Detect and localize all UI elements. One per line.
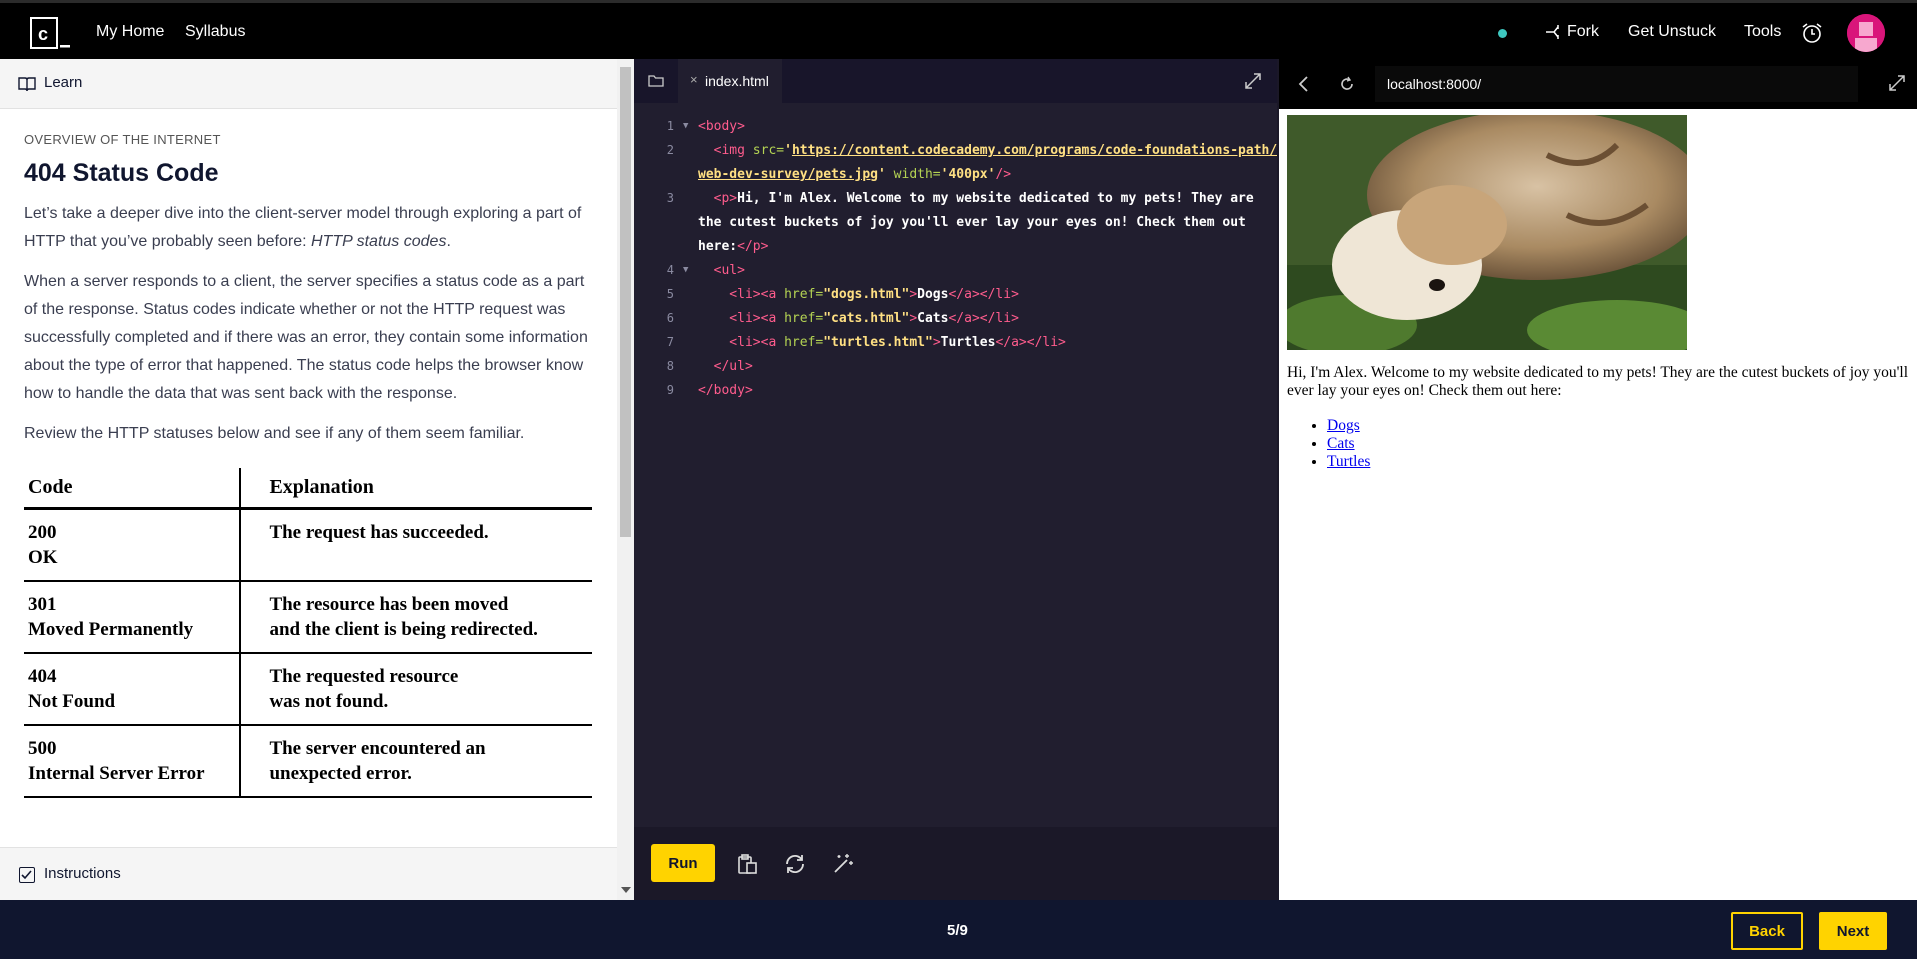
learn-header[interactable]: Learn	[0, 59, 617, 109]
table-row: 301 Moved Permanently The resource has be…	[24, 581, 592, 654]
checkbox-icon	[19, 867, 35, 883]
lesson-paragraph-1: Let’s take a deeper dive into the client…	[24, 205, 582, 250]
table-header-code: Code	[24, 468, 241, 510]
tab-label: index.html	[705, 73, 769, 89]
copy-icon[interactable]	[735, 852, 759, 876]
codecademy-logo-icon[interactable]: c	[30, 17, 72, 49]
bottom-bar: 5/9 Back Next	[0, 900, 1917, 959]
code-line: web-dev-survey/pets.jpg' width='400px'/>	[698, 167, 1012, 182]
table-row: 200 OK The request has succeeded.	[24, 508, 592, 582]
status-code-table: Code Explanation 200 OK The request has s…	[24, 468, 592, 798]
link-turtles[interactable]: Turtles	[1327, 453, 1370, 470]
editor-tab-bar: × index.html	[634, 59, 1277, 103]
url-field[interactable]: localhost:8000/	[1375, 66, 1858, 102]
editor-footer	[634, 827, 1277, 900]
list-item: Dogs	[1327, 417, 1370, 435]
table-row: 500 Internal Server Error The server enco…	[24, 725, 592, 798]
book-icon	[18, 77, 36, 92]
code-line: here:</p>	[698, 239, 769, 254]
list-item: Cats	[1327, 435, 1370, 453]
expand-icon[interactable]	[1888, 74, 1906, 92]
fork-button[interactable]: Fork	[1545, 23, 1599, 41]
instructions-toggle[interactable]: Instructions	[0, 847, 617, 900]
list-item: Turtles	[1327, 453, 1370, 471]
scroll-down-arrow-icon[interactable]	[621, 887, 631, 893]
section-label: OVERVIEW OF THE INTERNET	[24, 132, 221, 147]
table-header-explanation: Explanation	[239, 468, 592, 510]
code-line: 3 <p>Hi, I'm Alex. Welcome to my website…	[666, 191, 1254, 206]
browser-bar: localhost:8000/	[1279, 59, 1917, 109]
code-line: 9 </body>	[666, 383, 753, 398]
lesson-content: OVERVIEW OF THE INTERNET 404 Status Code…	[24, 132, 594, 798]
run-button[interactable]: Run	[651, 844, 715, 882]
code-line: the cutest buckets of joy you'll ever la…	[698, 215, 1246, 230]
code-line: 7 <li><a href="turtles.html">Turtles</a>…	[666, 335, 1066, 350]
folder-icon[interactable]	[648, 74, 664, 87]
get-unstuck-button[interactable]: Get Unstuck	[1628, 23, 1716, 41]
lesson-paragraph-3: Review the HTTP statuses below and see i…	[24, 425, 525, 442]
preview-link-list: Dogs Cats Turtles	[1327, 417, 1370, 471]
back-button[interactable]: Back	[1731, 912, 1803, 950]
preview-paragraph: Hi, I'm Alex. Welcome to my website dedi…	[1287, 364, 1909, 399]
code-line: 8 </ul>	[666, 359, 753, 374]
status-indicator	[1498, 29, 1507, 38]
nav-syllabus[interactable]: Syllabus	[185, 23, 245, 41]
back-arrow-icon[interactable]	[1296, 75, 1312, 93]
fold-arrow-icon[interactable]: ▼	[683, 121, 688, 131]
link-dogs[interactable]: Dogs	[1327, 417, 1360, 434]
top-navigation-bar: c My Home Syllabus Fork Get Unstuck Tool…	[0, 0, 1917, 59]
lesson-title: 404 Status Code	[24, 159, 219, 187]
next-button[interactable]: Next	[1819, 912, 1887, 950]
tools-button[interactable]: Tools	[1744, 23, 1781, 41]
learn-label: Learn	[44, 74, 83, 91]
instructions-label: Instructions	[44, 865, 121, 882]
fork-icon	[1546, 25, 1559, 39]
fold-arrow-icon[interactable]: ▼	[683, 265, 688, 275]
code-editor-panel: × index.html 1 ▼ <body> 2 <img src='https…	[634, 59, 1277, 900]
lesson-paragraph-2: When a server responds to a client, the …	[24, 273, 588, 402]
fork-label: Fork	[1567, 23, 1599, 40]
learn-panel: Learn OVERVIEW OF THE INTERNET 404 Statu…	[0, 59, 634, 900]
nav-my-home[interactable]: My Home	[96, 23, 164, 41]
progress-indicator: 5/9	[947, 922, 968, 939]
link-cats[interactable]: Cats	[1327, 435, 1355, 452]
svg-text:c: c	[38, 24, 48, 44]
browser-preview: localhost:8000/ Hi, I'm Alex. Welcome to…	[1277, 59, 1917, 900]
magic-wand-icon[interactable]	[831, 852, 855, 876]
alarm-icon[interactable]	[1801, 22, 1823, 44]
reset-icon[interactable]	[783, 852, 807, 876]
tab-index-html[interactable]: × index.html	[678, 59, 782, 103]
code-line: 5 <li><a href="dogs.html">Dogs</a></li>	[666, 287, 1019, 302]
refresh-icon[interactable]	[1339, 76, 1355, 92]
learn-scrollbar-thumb[interactable]	[620, 67, 631, 537]
code-line: 1 ▼ <body>	[666, 119, 745, 134]
close-tab-icon[interactable]: ×	[690, 72, 698, 87]
pets-image	[1287, 115, 1687, 350]
code-line: 4 ▼ <ul>	[666, 263, 745, 278]
code-line: 2 <img src='https://content.codecademy.c…	[666, 143, 1278, 158]
code-line: 6 <li><a href="cats.html">Cats</a></li>	[666, 311, 1019, 326]
table-row: 404 Not Found The requested resource was n…	[24, 653, 592, 726]
avatar[interactable]	[1847, 14, 1885, 52]
expand-icon[interactable]	[1244, 72, 1262, 90]
